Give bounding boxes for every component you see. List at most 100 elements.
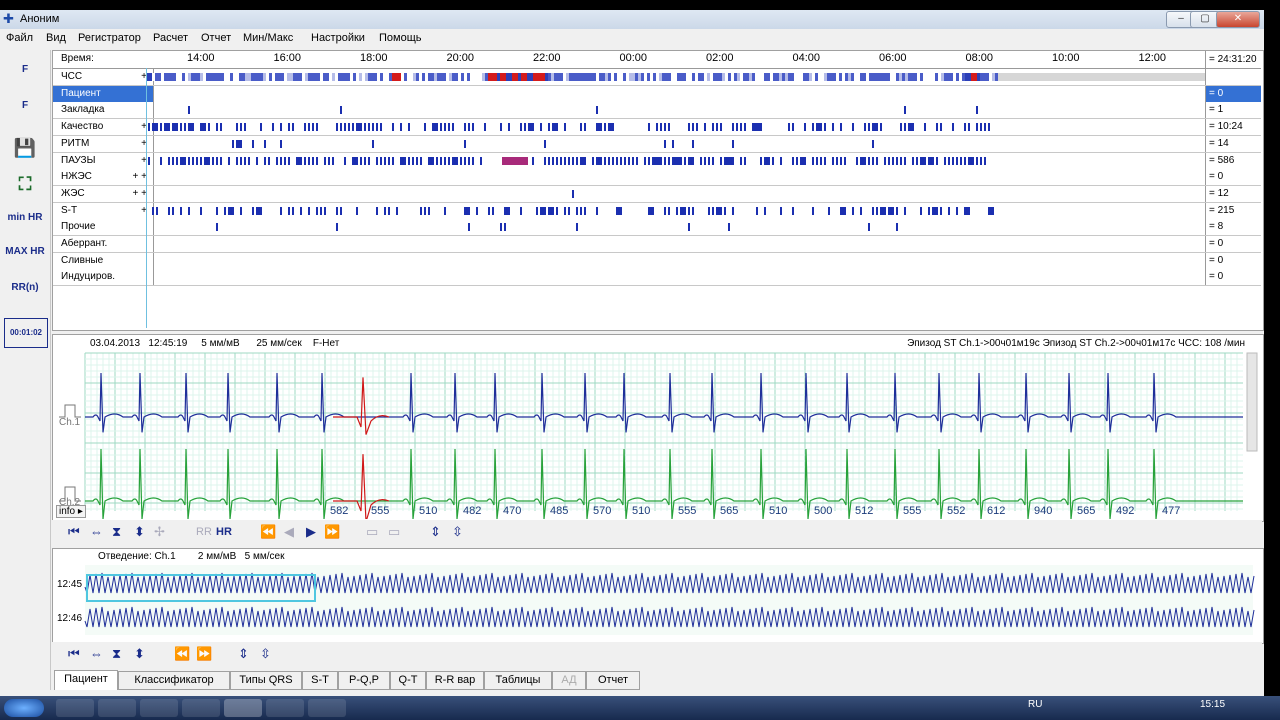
band-event-mark[interactable] <box>472 123 474 132</box>
band-event-mark[interactable] <box>584 123 586 132</box>
band-event-mark[interactable] <box>212 156 214 165</box>
trend-expand-icon[interactable]: ⇔ <box>90 646 103 661</box>
band-event-mark[interactable] <box>312 123 314 132</box>
band-row[interactable]: ЖЭС + + = 12 <box>53 185 1261 203</box>
band-event-mark[interactable] <box>280 123 282 132</box>
trend-rewind-icon[interactable]: ⏪ <box>174 646 190 662</box>
band-event-mark[interactable] <box>172 123 178 132</box>
tab[interactable]: P-Q,P <box>338 671 390 690</box>
band-event-mark[interactable] <box>448 156 450 165</box>
band-label[interactable]: Прочие <box>53 219 154 236</box>
band-event-mark[interactable] <box>576 156 578 165</box>
band-event-mark[interactable] <box>340 123 342 132</box>
band-row[interactable]: Пациент = 0 <box>53 85 1261 103</box>
band-event-mark[interactable] <box>856 156 858 165</box>
band-event-mark[interactable] <box>368 156 370 165</box>
taskbar-app-icon[interactable] <box>182 699 220 717</box>
band-event-mark[interactable] <box>948 206 950 215</box>
band-event-mark[interactable] <box>732 123 734 132</box>
band-event-mark[interactable] <box>596 206 598 215</box>
band-event-mark[interactable] <box>792 206 794 215</box>
band-event-mark[interactable] <box>180 206 182 215</box>
taskbar-explorer-icon[interactable] <box>56 699 94 717</box>
band-event-mark[interactable] <box>900 123 902 132</box>
band-event-mark[interactable] <box>728 223 730 232</box>
band-event-mark[interactable] <box>376 206 378 215</box>
tab[interactable]: Таблицы <box>484 671 552 690</box>
band-event-mark[interactable] <box>328 156 330 165</box>
band-event-mark[interactable] <box>468 123 470 132</box>
band-event-mark[interactable] <box>284 156 286 165</box>
trend-amp-up-icon[interactable]: ⇕ <box>238 646 249 662</box>
band-event-mark[interactable] <box>536 206 538 215</box>
menu-item[interactable]: Настройки <box>311 32 365 44</box>
first-page-icon[interactable]: ⏮ <box>68 524 80 540</box>
band-row[interactable]: РИТМ + = 14 <box>53 135 1261 153</box>
hr-button[interactable]: HR <box>216 526 232 538</box>
tab[interactable]: Классификатор <box>118 671 230 690</box>
band-track[interactable] <box>146 136 1204 152</box>
band-event-mark[interactable] <box>700 156 702 165</box>
band-event-mark[interactable] <box>836 156 838 165</box>
band-label[interactable]: НЖЭС + + <box>53 169 154 186</box>
tab[interactable]: R-R вар <box>426 671 484 690</box>
band-event-mark[interactable] <box>468 223 470 232</box>
band-event-mark[interactable] <box>392 156 394 165</box>
band-event-mark[interactable] <box>728 156 734 165</box>
band-event-mark[interactable] <box>872 206 874 215</box>
band-event-mark[interactable] <box>188 206 190 215</box>
band-event-mark[interactable] <box>952 156 954 165</box>
band-event-mark[interactable] <box>744 123 746 132</box>
band-event-mark[interactable] <box>564 123 566 132</box>
band-row[interactable]: Сливные = 0 <box>53 252 1261 270</box>
band-event-mark[interactable] <box>492 206 494 215</box>
band-event-mark[interactable] <box>156 206 158 215</box>
band-event-mark[interactable] <box>824 123 826 132</box>
band-event-mark[interactable] <box>912 123 914 132</box>
band-event-mark[interactable] <box>900 156 902 165</box>
band-event-mark[interactable] <box>732 206 734 215</box>
band-event-mark[interactable] <box>636 156 638 165</box>
band-track[interactable] <box>146 169 1204 185</box>
band-event-mark[interactable] <box>912 156 914 165</box>
band-event-mark[interactable] <box>444 123 446 132</box>
menu-item[interactable]: Вид <box>46 32 66 44</box>
band-event-mark[interactable] <box>684 206 686 215</box>
band-event-mark[interactable] <box>268 156 270 165</box>
band-event-mark[interactable] <box>420 156 422 165</box>
band-event-mark[interactable] <box>576 223 578 232</box>
band-event-mark[interactable] <box>508 123 510 132</box>
band-event-mark[interactable] <box>852 123 854 132</box>
band-event-mark[interactable] <box>580 206 582 215</box>
band-event-mark[interactable] <box>664 139 666 148</box>
band-event-mark[interactable] <box>608 123 614 132</box>
band-event-mark[interactable] <box>500 123 502 132</box>
band-event-mark[interactable] <box>304 156 306 165</box>
prev-icon[interactable]: ◀ <box>284 524 294 540</box>
menu-item[interactable]: Регистратор <box>78 32 141 44</box>
band-event-mark[interactable] <box>780 206 782 215</box>
band-event-mark[interactable] <box>732 139 734 148</box>
band-row[interactable]: S-T + = 215 <box>53 202 1261 220</box>
band-event-mark[interactable] <box>924 123 926 132</box>
band-track[interactable] <box>146 219 1204 235</box>
band-event-mark[interactable] <box>416 156 418 165</box>
band-event-mark[interactable] <box>484 123 486 132</box>
band-event-mark[interactable] <box>736 123 738 132</box>
timer-icon[interactable]: 00:01:02 <box>4 318 48 348</box>
band-event-mark[interactable] <box>424 206 426 215</box>
band-event-mark[interactable] <box>896 156 898 165</box>
band-event-mark[interactable] <box>308 156 310 165</box>
band-event-mark[interactable] <box>812 123 814 132</box>
band-event-mark[interactable] <box>488 206 490 215</box>
band-expand-button[interactable]: + + <box>133 169 147 185</box>
band-event-mark[interactable] <box>240 123 242 132</box>
band-event-mark[interactable] <box>584 206 586 215</box>
band-event-mark[interactable] <box>620 156 622 165</box>
band-event-mark[interactable] <box>448 123 450 132</box>
band-track[interactable] <box>146 119 1204 135</box>
band-event-mark[interactable] <box>468 156 470 165</box>
time-cursor[interactable] <box>146 68 147 328</box>
band-event-mark[interactable] <box>988 206 994 215</box>
band-event-mark[interactable] <box>852 206 854 215</box>
